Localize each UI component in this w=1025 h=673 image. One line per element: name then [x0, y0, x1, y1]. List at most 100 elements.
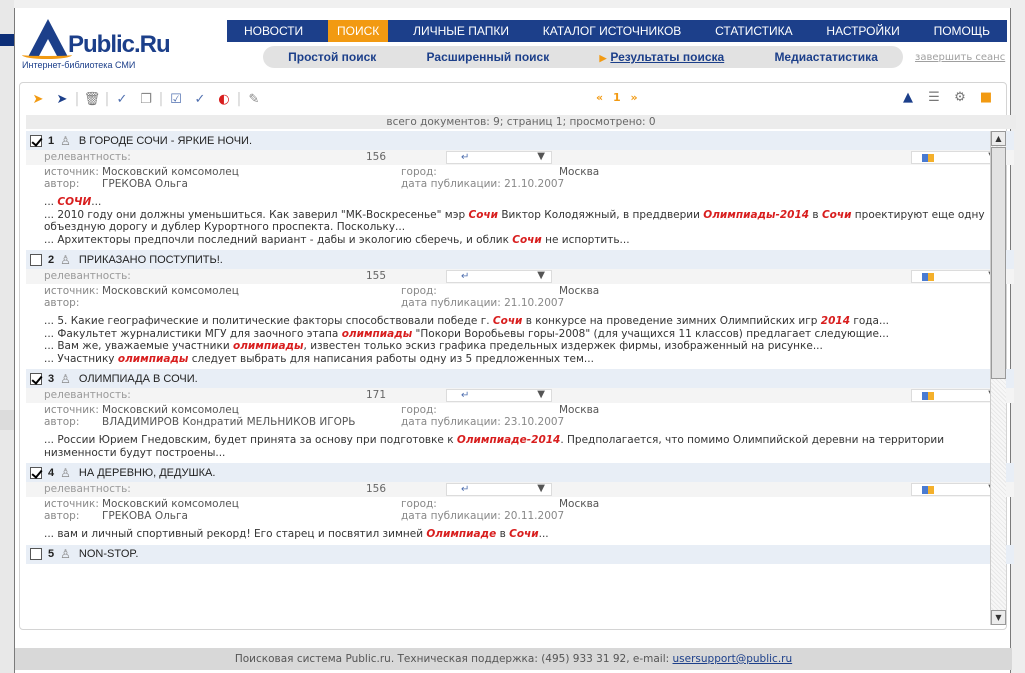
record-title-link[interactable]: NON-STOP.	[79, 548, 139, 560]
record-meta: источник: Московский комсомолец город: Моск…	[26, 165, 1014, 193]
subnav-label: Расширенный поиск	[426, 50, 550, 64]
export-icon[interactable]: ➤	[26, 89, 50, 109]
snippet-text: ... Участнику	[44, 352, 118, 365]
list-view-icon[interactable]: ☰	[922, 87, 946, 107]
record-snippet: ... России Юрием Гнедовским, будет приня…	[26, 431, 1014, 463]
scroll-down-icon[interactable]: ▼	[991, 610, 1006, 625]
select-all-icon[interactable]: ✓	[110, 89, 134, 109]
record-checkbox[interactable]	[30, 466, 42, 479]
sort-icon[interactable]: ▲	[896, 87, 920, 107]
subnav-item[interactable]: ▶ Результаты поиска	[599, 50, 724, 64]
snippet-text: в конкурсе на проведение зимних Олимпийс…	[522, 315, 821, 327]
topnav-item[interactable]: НАСТРОЙКИ	[817, 20, 908, 42]
pubdate: дата публикации: 21.10.2007	[401, 178, 565, 190]
author-value: ВЛАДИМИРОВ Кондратий МЕЛЬНИКОВ ИГОРЬ	[102, 416, 356, 428]
pager: « 1 »	[596, 91, 638, 104]
settings-icon[interactable]: ⚙	[948, 87, 972, 107]
snippet-text: ...	[538, 528, 549, 540]
topnav-item[interactable]: КАТАЛОГ ИСТОЧНИКОВ	[534, 20, 691, 42]
record-title-link[interactable]: В ГОРОДЕ СОЧИ - ЯРКИЕ НОЧИ.	[79, 135, 252, 147]
highlight-term: Сочи	[512, 233, 542, 246]
record-number: 5	[48, 548, 55, 560]
site-logo[interactable]: Public.Ru Интернет-библиотека СМИ	[20, 13, 220, 71]
copy-icon[interactable]: ❐	[134, 89, 158, 109]
highlight-term: Олимпиаде-2014	[456, 434, 561, 446]
highlight-term: СОЧИ	[57, 196, 92, 208]
author-icon: ♙	[60, 133, 71, 148]
city-label: город:	[401, 498, 437, 510]
logo-text: Public.Ru	[68, 31, 171, 58]
topnav-item[interactable]: ЛИЧНЫЕ ПАПКИ	[404, 20, 518, 42]
scroll-thumb[interactable]	[991, 147, 1006, 379]
snippet-text: ... Вам же, уважаемые участники	[44, 340, 233, 352]
relevance-row: релевантность: 171 ↵▼▼	[26, 388, 1014, 403]
snippet-text: ...	[91, 196, 102, 208]
results-scrollbar[interactable]: ▲ ▼	[990, 131, 1006, 625]
highlight-term: Олимпиады-2014	[703, 208, 810, 221]
result-record: 3 ♙ ОЛИМПИАДА В СОЧИ. релевантность: 171 ↵▼▼ и…	[26, 369, 1014, 463]
record-title-link[interactable]: ПРИКАЗАНО ПОСТУПИТЬ!.	[79, 254, 223, 266]
check-range-icon[interactable]: ✓	[188, 89, 212, 109]
source-label: источник:	[44, 166, 99, 178]
relevance-value: 156	[366, 483, 387, 495]
snippet-text: ... России Юрием Гнедовским, будет приня…	[44, 434, 457, 446]
action-select[interactable]: ↵ ▼	[446, 151, 552, 164]
snippet-text: следует выбрать для написания работы одн…	[188, 352, 594, 365]
relevance-label: релевантность:	[44, 483, 131, 495]
source-label: источник:	[44, 404, 99, 416]
record-snippet: ... вам и личный спортивный рекорд! Его …	[26, 525, 1014, 545]
prev-page-link[interactable]: «	[596, 91, 603, 104]
author-icon: ♙	[60, 547, 71, 561]
background-top	[0, 0, 1025, 8]
topnav-item[interactable]: ПОИСК	[328, 20, 389, 42]
browser-window: Public.Ru Интернет-библиотека СМИ НОВОСТ…	[14, 8, 1016, 673]
folder-icon	[922, 154, 934, 162]
city-value: Москва	[559, 285, 600, 297]
record-number: 3	[48, 372, 55, 385]
scroll-up-icon[interactable]: ▲	[991, 131, 1006, 146]
source-value[interactable]: Московский комсомолец	[102, 285, 239, 297]
record-checkbox[interactable]	[30, 253, 42, 266]
next-page-link[interactable]: »	[630, 91, 637, 104]
snippet-text: ... вам и личный спортивный рекорд! Его …	[44, 528, 427, 540]
action-select[interactable]: ↵ ▼	[446, 270, 552, 283]
color-toggle-icon[interactable]: ◐	[212, 89, 236, 109]
subnav-item[interactable]: Расширенный поиск	[427, 50, 550, 64]
action-select[interactable]: ↵ ▼	[446, 389, 552, 402]
relevance-value: 171	[366, 389, 387, 401]
source-value[interactable]: Московский комсомолец	[102, 498, 239, 510]
topnav-item[interactable]: СТАТИСТИКА	[706, 20, 801, 42]
author-label: автор:	[44, 416, 80, 428]
subnav-item[interactable]: Медиастатистика	[774, 50, 877, 64]
folder-icon	[922, 486, 934, 494]
topnav-item[interactable]: НОВОСТИ	[235, 20, 312, 42]
marker-icon[interactable]: ✎	[242, 89, 266, 109]
record-title-link[interactable]: НА ДЕРЕВНЮ, ДЕДУШКА.	[79, 467, 216, 479]
subnav-item[interactable]: Простой поиск	[288, 50, 376, 64]
source-value[interactable]: Московский комсомолец	[102, 166, 239, 178]
author-label: автор:	[44, 297, 80, 309]
chevron-down-icon: ▼	[537, 483, 545, 494]
logout-link[interactable]: завершить сеанс	[915, 52, 1005, 63]
snippet-text: в	[496, 528, 510, 540]
source-value[interactable]: Московский комсомолец	[102, 404, 239, 416]
record-number: 1	[48, 134, 55, 147]
chart-icon[interactable]: ■	[974, 87, 998, 107]
subnav-label: Медиастатистика	[774, 50, 878, 64]
view-toolbar: ▲ ☰ ⚙ ■	[896, 87, 998, 107]
trash-icon[interactable]: 🗑	[80, 89, 104, 109]
action-select[interactable]: ↵ ▼	[446, 483, 552, 496]
record-title-link[interactable]: ОЛИМПИАДА В СОЧИ.	[79, 373, 198, 385]
record-checkbox[interactable]	[30, 134, 42, 147]
check-icon[interactable]: ☑	[164, 89, 188, 109]
relevance-label: релевантность:	[44, 151, 131, 163]
record-checkbox[interactable]	[30, 372, 42, 385]
send-icon[interactable]: ➤	[50, 89, 74, 109]
chevron-down-icon: ▼	[537, 270, 545, 281]
support-email-link[interactable]: usersupport@public.ru	[673, 653, 793, 665]
record-checkbox[interactable]	[30, 548, 42, 560]
record-meta: источник: Московский комсомолец город: Моск…	[26, 284, 1014, 312]
subnav-label: Простой поиск	[288, 50, 377, 64]
chevron-down-icon: ▼	[537, 389, 545, 400]
topnav-item[interactable]: ПОМОЩЬ	[925, 20, 999, 42]
